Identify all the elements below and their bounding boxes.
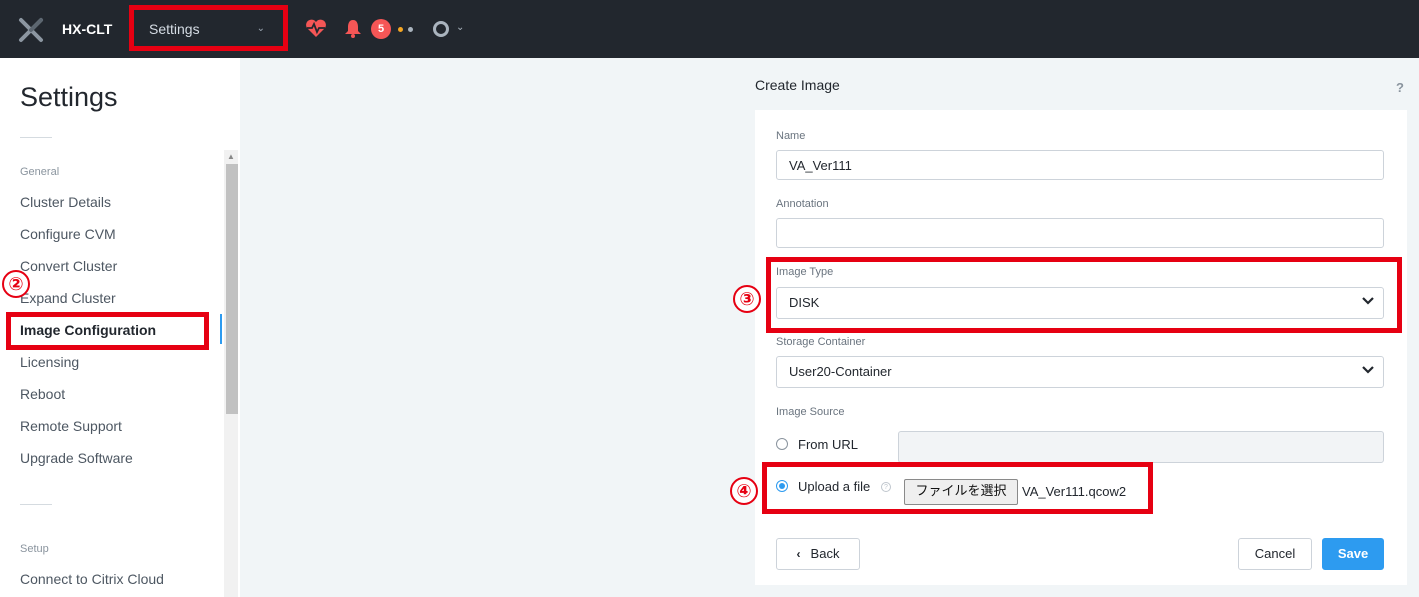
cluster-name[interactable]: HX-CLT xyxy=(62,21,112,37)
divider xyxy=(20,504,52,505)
annotation-box-4 xyxy=(762,462,1153,514)
from-url-label[interactable]: From URL xyxy=(798,437,858,452)
sidebar-item-expand-cluster[interactable]: Expand Cluster xyxy=(20,290,116,306)
divider xyxy=(20,137,52,138)
circle-user-icon[interactable] xyxy=(433,21,449,37)
sidebar-item-remote-support[interactable]: Remote Support xyxy=(20,418,122,434)
selection-indicator xyxy=(220,314,222,344)
heartbeat-icon[interactable] xyxy=(305,18,327,38)
chevron-down-icon[interactable]: ⌄ xyxy=(456,22,464,33)
annotation-box-1 xyxy=(129,5,288,51)
group-label-setup: Setup xyxy=(20,543,49,555)
form-title: Create Image xyxy=(755,77,840,93)
cancel-button[interactable]: Cancel xyxy=(1238,538,1312,570)
annotation-number-4: ④ xyxy=(730,477,758,505)
annotation-label: Annotation xyxy=(776,198,829,210)
name-field[interactable]: VA_Ver111 xyxy=(776,150,1384,180)
sidebar-item-configure-cvm[interactable]: Configure CVM xyxy=(20,226,116,242)
annotation-number-3: ③ xyxy=(733,285,761,313)
back-button-label: Back xyxy=(810,546,840,561)
storage-container-value: User20-Container xyxy=(789,364,892,379)
from-url-radio[interactable] xyxy=(776,438,788,450)
sidebar-item-cluster-details[interactable]: Cluster Details xyxy=(20,194,111,210)
status-dot-warning[interactable] xyxy=(398,27,403,32)
group-label-general: General xyxy=(20,166,60,178)
x-logo-icon[interactable] xyxy=(18,17,44,43)
image-source-label: Image Source xyxy=(776,406,845,418)
save-button[interactable]: Save xyxy=(1322,538,1384,570)
scroll-up-icon[interactable]: ▲ xyxy=(227,152,235,161)
url-field[interactable] xyxy=(898,431,1384,463)
help-icon[interactable]: ? xyxy=(1396,80,1404,95)
name-label: Name xyxy=(776,130,806,142)
chevron-down-icon xyxy=(1362,366,1374,374)
annotation-number-2: ② xyxy=(2,270,30,298)
annotation-box-3 xyxy=(766,257,1402,333)
storage-container-select[interactable]: User20-Container xyxy=(776,356,1384,388)
bell-icon[interactable] xyxy=(344,19,362,38)
sidebar-item-upgrade-software[interactable]: Upgrade Software xyxy=(20,450,133,466)
sidebar-item-licensing[interactable]: Licensing xyxy=(20,354,79,370)
chevron-left-icon: ‹ xyxy=(796,547,801,561)
back-button[interactable]: ‹ Back xyxy=(776,538,860,570)
sidebar-item-reboot[interactable]: Reboot xyxy=(20,386,65,402)
sidebar-item-connect-citrix-cloud[interactable]: Connect to Citrix Cloud xyxy=(20,571,164,587)
annotation-field[interactable] xyxy=(776,218,1384,248)
alert-count-badge[interactable]: 5 xyxy=(371,19,391,39)
storage-container-label: Storage Container xyxy=(776,336,866,348)
sidebar-scroll-thumb[interactable] xyxy=(226,164,238,414)
sidebar-item-convert-cluster[interactable]: Convert Cluster xyxy=(20,258,117,274)
annotation-box-2 xyxy=(6,312,209,350)
sidebar-title: Settings xyxy=(20,82,118,112)
status-dot-ok[interactable] xyxy=(408,27,413,32)
